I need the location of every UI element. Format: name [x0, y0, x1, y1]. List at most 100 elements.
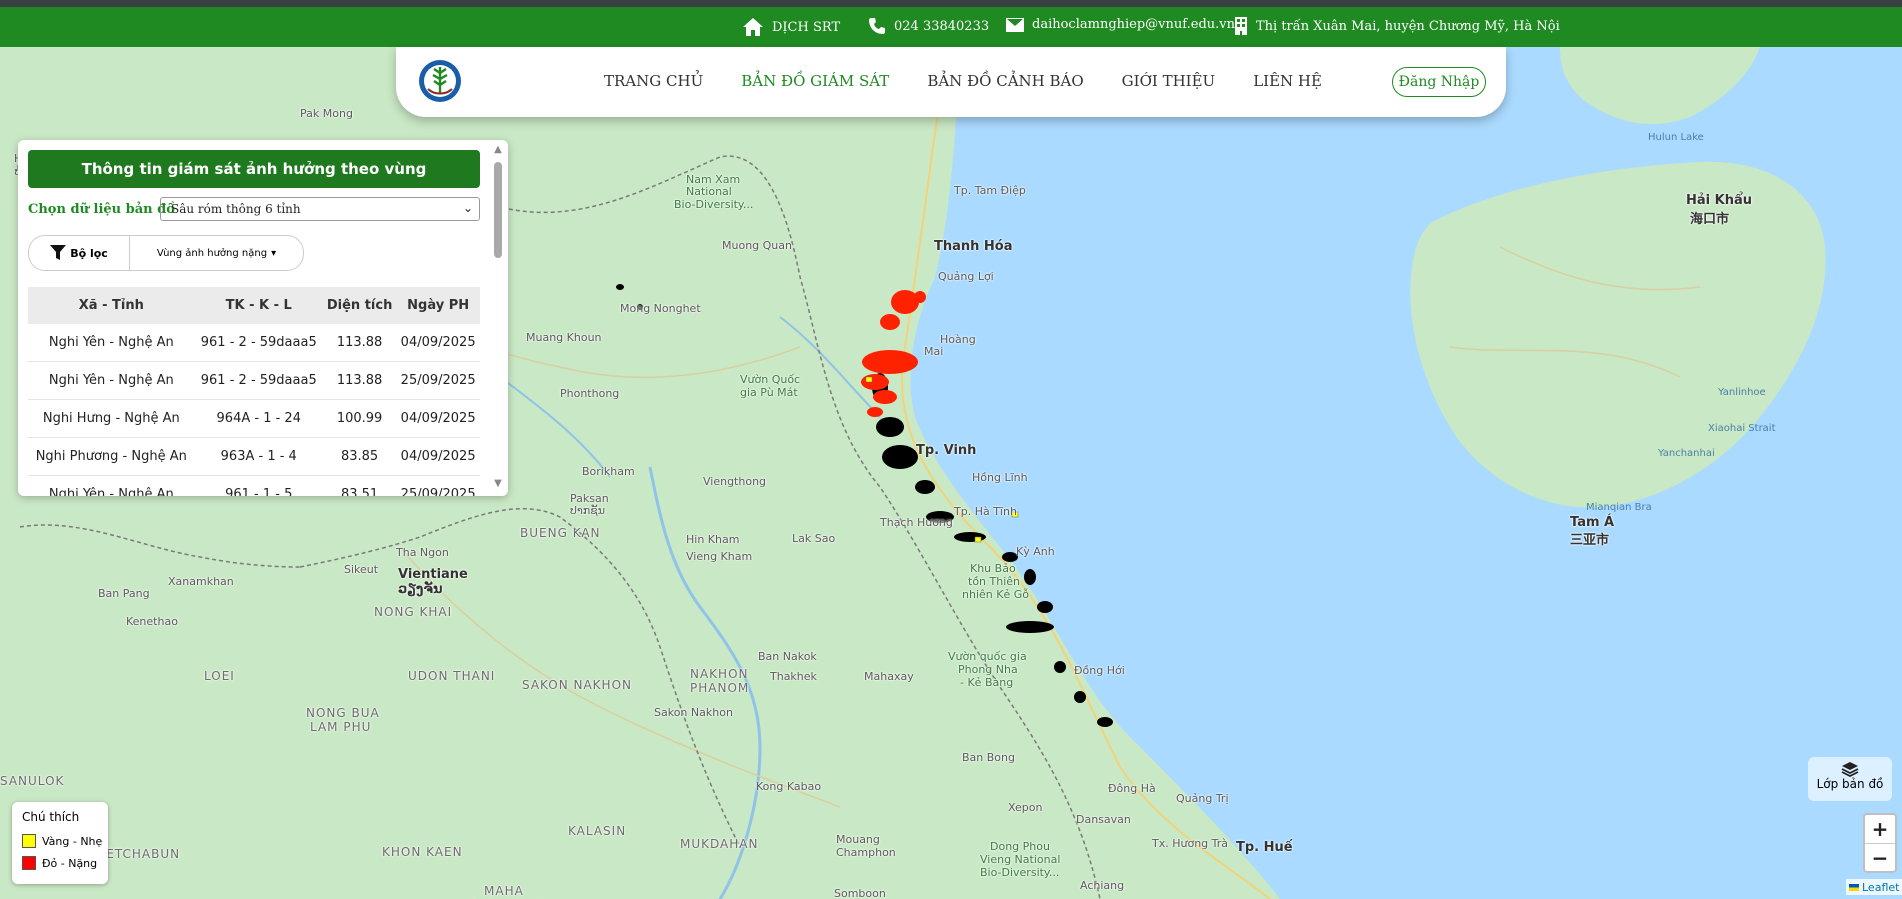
- cell-area: 113.88: [322, 324, 397, 362]
- attribution-link[interactable]: Leaflet: [1862, 881, 1899, 894]
- university-logo[interactable]: [418, 59, 462, 103]
- cell-area: 83.51: [322, 475, 397, 496]
- filter-button[interactable]: Bộ lọc: [29, 236, 130, 270]
- map-legend: Chú thích Vàng - Nhẹ Đỏ - Nặng: [12, 802, 108, 884]
- map-place-label: Viengthong: [703, 475, 767, 488]
- cell-date: 25/09/2025: [396, 475, 480, 496]
- nav-item-home[interactable]: TRANG CHỦ: [604, 72, 703, 90]
- email-link[interactable]: daihoclamnghiep@vnuf.edu.vn: [1006, 17, 1235, 32]
- service-link[interactable]: DỊCH SRT: [742, 17, 840, 37]
- map-place-label: Muong Quan: [722, 239, 792, 252]
- map-place-label: SANULOK: [0, 774, 65, 788]
- legend-swatch-red: [22, 856, 36, 870]
- table-header-row: Xã - Tỉnh TK - K - L Diện tích Ngày PH: [28, 287, 480, 324]
- map-place-label: Vientiane: [398, 567, 468, 582]
- scroll-up-arrow-icon[interactable]: ▲: [492, 144, 504, 155]
- phone-icon: [869, 18, 885, 34]
- column-header-plot[interactable]: TK - K - L: [194, 287, 323, 324]
- nav-item-about[interactable]: GIỚI THIỆU: [1122, 72, 1216, 90]
- scroll-down-arrow-icon[interactable]: ▼: [492, 478, 504, 489]
- table-row[interactable]: Nghi Yên - Nghệ An 961 - 1 - 5 83.51 25/…: [28, 475, 480, 496]
- map-place-label: LAM PHU: [310, 720, 372, 734]
- map-place-label: Vườn Quốc: [740, 373, 801, 386]
- map-place-label: Ban Pang: [98, 587, 150, 600]
- cell-commune: Nghi Yên - Nghệ An: [28, 475, 195, 496]
- cell-plot: 961 - 1 - 5: [194, 475, 323, 496]
- map-place-label: ປາກຊັນ: [570, 504, 605, 517]
- cell-area: 113.88: [322, 361, 397, 400]
- cell-date: 25/09/2025: [396, 361, 480, 400]
- map-place-label: Bio-Diversity...: [980, 866, 1060, 879]
- zoom-out-button[interactable]: −: [1865, 844, 1895, 872]
- funnel-icon: [50, 245, 67, 260]
- map-place-label: Thakhek: [770, 670, 817, 683]
- login-button[interactable]: Đăng Nhập: [1392, 67, 1486, 97]
- filter-group: Bộ lọc Vùng ảnh hưởng nặng ▾: [28, 235, 304, 271]
- map-place-label: KALASIN: [568, 824, 627, 838]
- cell-date: 04/09/2025: [396, 399, 480, 438]
- map-place-label: Bio-Diversity...: [674, 198, 754, 211]
- map-place-label: NONG BUA: [306, 706, 380, 720]
- map-place-label: Sakon Nakhon: [654, 706, 733, 719]
- map-place-label: Tp. Vinh: [916, 443, 977, 458]
- column-header-area[interactable]: Diện tích: [322, 287, 397, 324]
- map-place-label: Somboon: [834, 887, 886, 899]
- zoom-in-button[interactable]: +: [1865, 815, 1895, 844]
- legend-label-severe: Đỏ - Nặng: [42, 856, 98, 870]
- map-place-label: National: [686, 185, 732, 198]
- map-place-label: 三亚市: [1570, 533, 1610, 548]
- cell-commune: Nghi Phương - Nghệ An: [28, 437, 195, 476]
- table-row[interactable]: Nghi Hưng - Nghệ An 964A - 1 - 24 100.99…: [28, 399, 480, 438]
- scrollbar-thumb[interactable]: [494, 162, 502, 258]
- cell-commune: Nghi Yên - Nghệ An: [28, 361, 195, 400]
- layers-control[interactable]: Lớp bản đồ: [1808, 757, 1892, 801]
- map-place-label: Kong Kabao: [756, 780, 822, 793]
- map-place-label: tồn Thiên: [968, 575, 1020, 588]
- map-place-label: Mianqian Bra: [1586, 502, 1652, 513]
- chevron-down-icon: ▾: [271, 247, 277, 259]
- map-data-select[interactable]: Sâu róm thông 6 tỉnh ⌄: [160, 197, 480, 221]
- column-header-date[interactable]: Ngày PH: [396, 287, 480, 324]
- map-place-label: Sikeut: [344, 563, 379, 576]
- map-place-label: nhiên Kẻ Gỗ: [962, 588, 1029, 601]
- nav-item-contact[interactable]: LIÊN HỆ: [1253, 72, 1322, 90]
- nav-item-warning-map[interactable]: BẢN ĐỒ CẢNH BÁO: [927, 72, 1083, 90]
- map-place-label: NAKHON: [690, 667, 749, 681]
- map-place-label: Mouang: [836, 833, 880, 846]
- phone-link[interactable]: 024 33840233: [868, 17, 989, 35]
- panel-title: Thông tin giám sát ảnh hưởng theo vùng: [28, 150, 480, 188]
- map-place-label: Ban Nakok: [758, 650, 817, 663]
- table-row[interactable]: Nghi Yên - Nghệ An 961 - 2 - 59daaa5 113…: [28, 361, 480, 400]
- map-place-label: Vieng Kham: [686, 550, 753, 563]
- legend-label-light: Vàng - Nhẹ: [42, 834, 103, 848]
- map-place-label: Quảng Trị: [1176, 792, 1229, 805]
- flag-icon: [1849, 883, 1859, 891]
- legend-swatch-yellow: [22, 834, 36, 848]
- map-place-label: - Kẻ Bàng: [960, 676, 1014, 689]
- panel-scrollbar[interactable]: ▲ ▼: [492, 144, 504, 492]
- map-place-label: Pak Mong: [300, 107, 353, 120]
- map-data-select-value: Sâu róm thông 6 tỉnh: [171, 202, 301, 216]
- map-place-label: Xiaohai Strait: [1708, 423, 1776, 434]
- map-place-label: Tp. Tam Điệp: [954, 184, 1026, 197]
- column-header-commune[interactable]: Xã - Tỉnh: [28, 287, 195, 324]
- map-place-label: Achiang: [1080, 879, 1125, 892]
- cell-plot: 961 - 2 - 59daaa5: [194, 361, 323, 400]
- table-row[interactable]: Nghi Yên - Nghệ An 961 - 2 - 59daaa5 113…: [28, 324, 480, 362]
- map-place-label: Tha Ngon: [396, 546, 449, 559]
- phone-number: 024 33840233: [894, 18, 990, 34]
- cell-date: 04/09/2025: [396, 437, 480, 476]
- nav-item-monitoring-map[interactable]: BẢN ĐỒ GIÁM SÁT: [741, 72, 889, 90]
- chevron-down-icon: ⌄: [462, 201, 473, 215]
- map-place-label: Thạch Hương: [880, 516, 953, 529]
- map-place-label: Vườn quốc gia: [948, 650, 1027, 663]
- severity-dropdown[interactable]: Vùng ảnh hưởng nặng ▾: [130, 236, 303, 270]
- cell-area: 83.85: [322, 437, 397, 476]
- map-place-label: Thanh Hóa: [934, 239, 1013, 254]
- table-row[interactable]: Nghi Phương - Nghệ An 963A - 1 - 4 83.85…: [28, 437, 480, 476]
- map-place-label: Hồng Lĩnh: [972, 471, 1028, 484]
- map-place-label: Vieng National: [980, 853, 1061, 866]
- map-attribution[interactable]: Leaflet: [1846, 879, 1902, 895]
- map-place-label: Đông Hà: [1108, 782, 1156, 795]
- map-place-label: Tp. Huế: [1236, 840, 1293, 855]
